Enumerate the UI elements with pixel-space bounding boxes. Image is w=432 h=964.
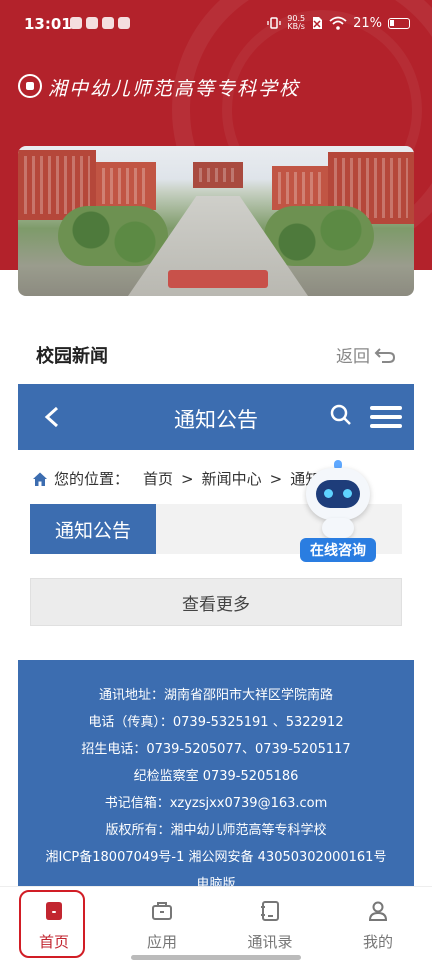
breadcrumb-separator: > (181, 469, 194, 488)
network-speed-unit: KB/s (287, 22, 305, 31)
tab-apps[interactable]: 应用 (108, 887, 216, 957)
campus-trees (58, 206, 168, 266)
chatbot-label: 在线咨询 (300, 538, 376, 562)
breadcrumb-item-home[interactable]: 首页 (143, 468, 173, 489)
menu-icon[interactable] (370, 406, 402, 428)
briefcase-icon (152, 902, 172, 920)
contacts-icon (261, 901, 279, 921)
campus-photo (18, 146, 414, 296)
tab-me[interactable]: 我的 (324, 887, 432, 957)
battery-percent: 21% (353, 15, 382, 31)
tab-contacts-label: 通讯录 (247, 933, 293, 951)
breadcrumb-separator: > (269, 469, 283, 488)
footer-address: 通讯地址：湖南省邵阳市大祥区学院南路 (98, 688, 333, 703)
robot-icon (306, 468, 370, 520)
network-speed: 90.5 KB/s (287, 15, 305, 31)
tab-me-label: 我的 (362, 933, 393, 951)
vibrate-icon (267, 17, 281, 29)
back-label: 返回 (336, 347, 370, 367)
app-notification-icon (86, 17, 98, 29)
notification-icons (70, 17, 130, 29)
gesture-home-bar[interactable] (131, 955, 301, 960)
home-tab-highlight (19, 890, 85, 958)
site-footer: 通讯地址：湖南省邵阳市大祥区学院南路 电话（传真）：0739-5325191 、… (18, 660, 414, 898)
app-notification-icon (102, 17, 114, 29)
robot-body (322, 518, 354, 538)
home-small-icon (33, 472, 47, 486)
status-bar: 13:01 90.5 KB/s 21% (0, 0, 432, 50)
breadcrumb-item-news[interactable]: 新闻中心 (202, 468, 262, 489)
news-card-title: 校园新闻 (36, 346, 108, 367)
site-title: 通知公告 (174, 408, 258, 432)
campus-flowerbed (168, 270, 268, 288)
footer-inspection-phone: 纪检监察室 0739-5205186 (133, 769, 299, 784)
site-header: 通知公告 (18, 384, 414, 450)
app-notification-icon (118, 17, 130, 29)
back-button[interactable]: 返回 (336, 342, 396, 367)
news-card: 校园新闻 返回 通知公告 您的位置： 首页 > 新闻中心 > 通知公告 通知公告… (18, 308, 414, 898)
status-right: 90.5 KB/s 21% (267, 15, 410, 31)
return-arrow-icon (374, 347, 396, 363)
tab-contacts[interactable]: 通讯录 (216, 887, 324, 957)
tab-apps-label: 应用 (146, 933, 177, 951)
campus-building (96, 162, 156, 210)
status-time: 13:01 (24, 15, 72, 33)
search-icon[interactable] (330, 404, 352, 426)
wifi-icon (329, 16, 347, 30)
user-icon (368, 901, 388, 921)
sim-off-icon (313, 17, 323, 29)
school-name: 湘中幼儿师范高等专科学校 (48, 78, 301, 100)
chatbot-button[interactable]: 在线咨询 (300, 460, 376, 564)
breadcrumb-prefix: 您的位置： (54, 470, 130, 488)
campus-building (193, 162, 243, 188)
view-more-button[interactable]: 查看更多 (30, 578, 402, 626)
campus-building (272, 166, 328, 210)
footer-email: 书记信箱：xzyzsjxx0739@163.com (104, 796, 328, 811)
battery-icon (388, 17, 410, 29)
section-title: 通知公告 (30, 504, 156, 554)
app-notification-icon (70, 17, 82, 29)
footer-copyright: 版权所有：湘中幼儿师范高等专科学校 (105, 823, 327, 838)
school-logo (18, 74, 42, 98)
footer-icp[interactable]: 湘ICP备18007049号-1 湘公网安备 43050302000161号 (18, 844, 414, 871)
footer-admissions-phone: 招生电话：0739-5205077、0739-5205117 (81, 742, 351, 757)
footer-phone: 电话（传真）：0739-5325191 、5322912 (88, 715, 344, 730)
